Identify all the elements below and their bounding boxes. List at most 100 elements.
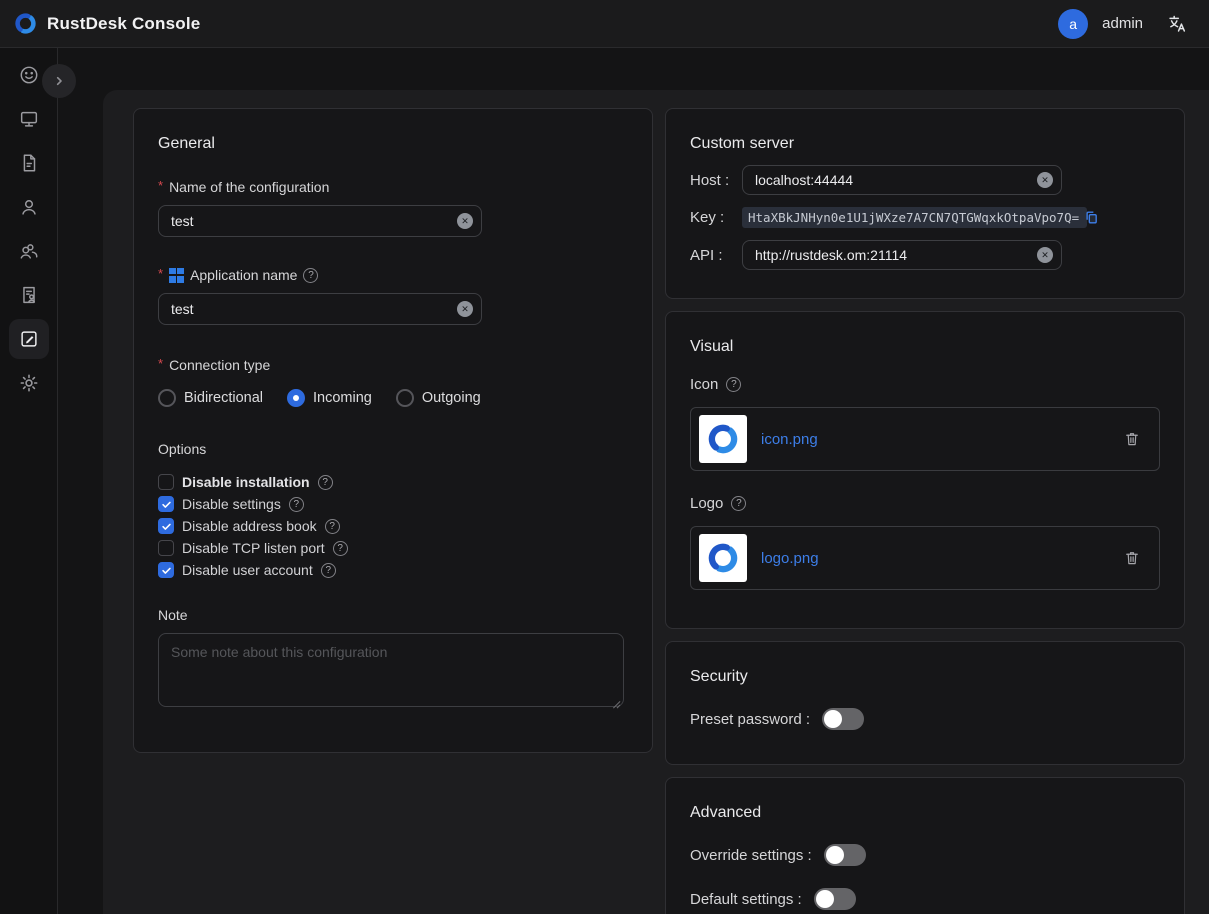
api-input[interactable] <box>742 240 1062 270</box>
override-settings-toggle[interactable] <box>824 844 866 866</box>
checkbox-disable-address-book[interactable]: Disable address book ? <box>158 515 628 537</box>
config-name-input[interactable] <box>158 205 482 237</box>
radio-icon[interactable] <box>287 389 305 407</box>
general-card: General * Name of the configuration ✕ * … <box>133 108 653 753</box>
logo-thumbnail <box>699 534 747 582</box>
options-label: Options <box>158 441 628 457</box>
help-icon[interactable]: ? <box>321 563 336 578</box>
key-label: Key : <box>690 209 742 226</box>
help-icon[interactable]: ? <box>289 497 304 512</box>
icon-file-link[interactable]: icon.png <box>761 431 818 448</box>
sidebar-item-custom-clients[interactable] <box>9 319 49 359</box>
note-textarea[interactable] <box>158 633 624 707</box>
clear-icon[interactable]: ✕ <box>1037 172 1053 188</box>
clear-icon[interactable]: ✕ <box>1037 247 1053 263</box>
help-icon[interactable]: ? <box>731 496 746 511</box>
clear-icon[interactable]: ✕ <box>457 301 473 317</box>
custom-server-card: Custom server Host : ✕ Key : HtaXBkJNHyn… <box>665 108 1185 299</box>
checkbox-icon[interactable] <box>158 496 174 512</box>
app-name-label: Application name <box>190 267 297 283</box>
sidebar-item-audit[interactable] <box>9 143 49 183</box>
document-icon <box>18 152 40 174</box>
windows-icon <box>169 268 184 283</box>
sidebar-item-settings[interactable] <box>9 363 49 403</box>
radio-incoming[interactable]: Incoming <box>287 389 372 407</box>
checkbox-icon[interactable] <box>158 518 174 534</box>
logo-file-row: logo.png <box>690 526 1160 590</box>
icon-file-row: icon.png <box>690 407 1160 471</box>
help-icon[interactable]: ? <box>325 519 340 534</box>
checkbox-icon[interactable] <box>158 540 174 556</box>
config-name-label: Name of the configuration <box>169 179 329 195</box>
sidebar-item-groups[interactable] <box>9 231 49 271</box>
advanced-title: Advanced <box>690 804 1160 822</box>
username[interactable]: admin <box>1102 15 1143 32</box>
preset-password-label: Preset password : <box>690 711 810 728</box>
help-icon[interactable]: ? <box>303 268 318 283</box>
logo-label: Logo <box>690 495 723 512</box>
connection-type-label: Connection type <box>169 357 270 373</box>
default-settings-toggle[interactable] <box>814 888 856 910</box>
trash-icon[interactable] <box>1123 430 1141 448</box>
trash-icon[interactable] <box>1123 549 1141 567</box>
checkbox-icon[interactable] <box>158 474 174 490</box>
brand: RustDesk Console <box>12 10 200 37</box>
override-settings-label: Override settings : <box>690 847 812 864</box>
sidebar <box>0 48 58 914</box>
top-bar: RustDesk Console a admin <box>0 0 1209 48</box>
users-icon <box>18 240 40 262</box>
checkbox-disable-tcp-listen-port[interactable]: Disable TCP listen port ? <box>158 537 628 559</box>
radio-outgoing[interactable]: Outgoing <box>396 389 481 407</box>
icon-label: Icon <box>690 376 718 393</box>
copy-icon[interactable] <box>1084 210 1099 225</box>
chevron-right-icon <box>51 73 67 89</box>
host-input[interactable] <box>742 165 1062 195</box>
user-icon <box>18 196 40 218</box>
help-icon[interactable]: ? <box>318 475 333 490</box>
help-icon[interactable]: ? <box>333 541 348 556</box>
connection-type-group: Bidirectional Incoming Outgoing <box>158 389 628 407</box>
help-icon[interactable]: ? <box>726 377 741 392</box>
gear-icon <box>18 372 40 394</box>
avatar[interactable]: a <box>1058 9 1088 39</box>
icon-thumbnail <box>699 415 747 463</box>
checkbox-icon[interactable] <box>158 562 174 578</box>
checkbox-disable-user-account[interactable]: Disable user account ? <box>158 559 628 581</box>
security-title: Security <box>690 668 1160 686</box>
note-label: Note <box>158 607 628 623</box>
sidebar-expand-button[interactable] <box>42 64 76 98</box>
checkbox-disable-installation[interactable]: Disable installation ? <box>158 471 628 493</box>
edit-icon <box>18 328 40 350</box>
checkbox-disable-settings[interactable]: Disable settings ? <box>158 493 628 515</box>
radio-icon[interactable] <box>158 389 176 407</box>
smiley-icon <box>18 64 40 86</box>
radio-bidirectional[interactable]: Bidirectional <box>158 389 263 407</box>
preset-password-toggle[interactable] <box>822 708 864 730</box>
radio-icon[interactable] <box>396 389 414 407</box>
sidebar-item-address-books[interactable] <box>9 275 49 315</box>
app-name-input[interactable] <box>158 293 482 325</box>
sidebar-item-users[interactable] <box>9 187 49 227</box>
rustdesk-logo-icon <box>12 10 39 37</box>
app-title: RustDesk Console <box>47 14 200 34</box>
monitor-icon <box>18 108 40 130</box>
required-mark: * <box>158 178 163 193</box>
main-panel: General * Name of the configuration ✕ * … <box>103 90 1209 914</box>
api-label: API : <box>690 247 742 264</box>
visual-card: Visual Icon ? icon.png <box>665 311 1185 629</box>
general-title: General <box>158 135 628 153</box>
advanced-card: Advanced Override settings : Default set… <box>665 777 1185 914</box>
sidebar-item-devices[interactable] <box>9 99 49 139</box>
required-mark: * <box>158 356 163 371</box>
required-mark: * <box>158 266 163 281</box>
server-key-value: HtaXBkJNHyn0e1U1jWXze7A7CN7QTGWqxkOtpaVp… <box>742 207 1087 228</box>
document-user-icon <box>18 284 40 306</box>
security-card: Security Preset password : <box>665 641 1185 765</box>
visual-title: Visual <box>690 338 1160 356</box>
logo-file-link[interactable]: logo.png <box>761 550 819 567</box>
content-area: General * Name of the configuration ✕ * … <box>58 48 1209 914</box>
custom-server-title: Custom server <box>690 135 1160 153</box>
translate-icon[interactable] <box>1165 12 1189 36</box>
clear-icon[interactable]: ✕ <box>457 213 473 229</box>
host-label: Host : <box>690 172 742 189</box>
